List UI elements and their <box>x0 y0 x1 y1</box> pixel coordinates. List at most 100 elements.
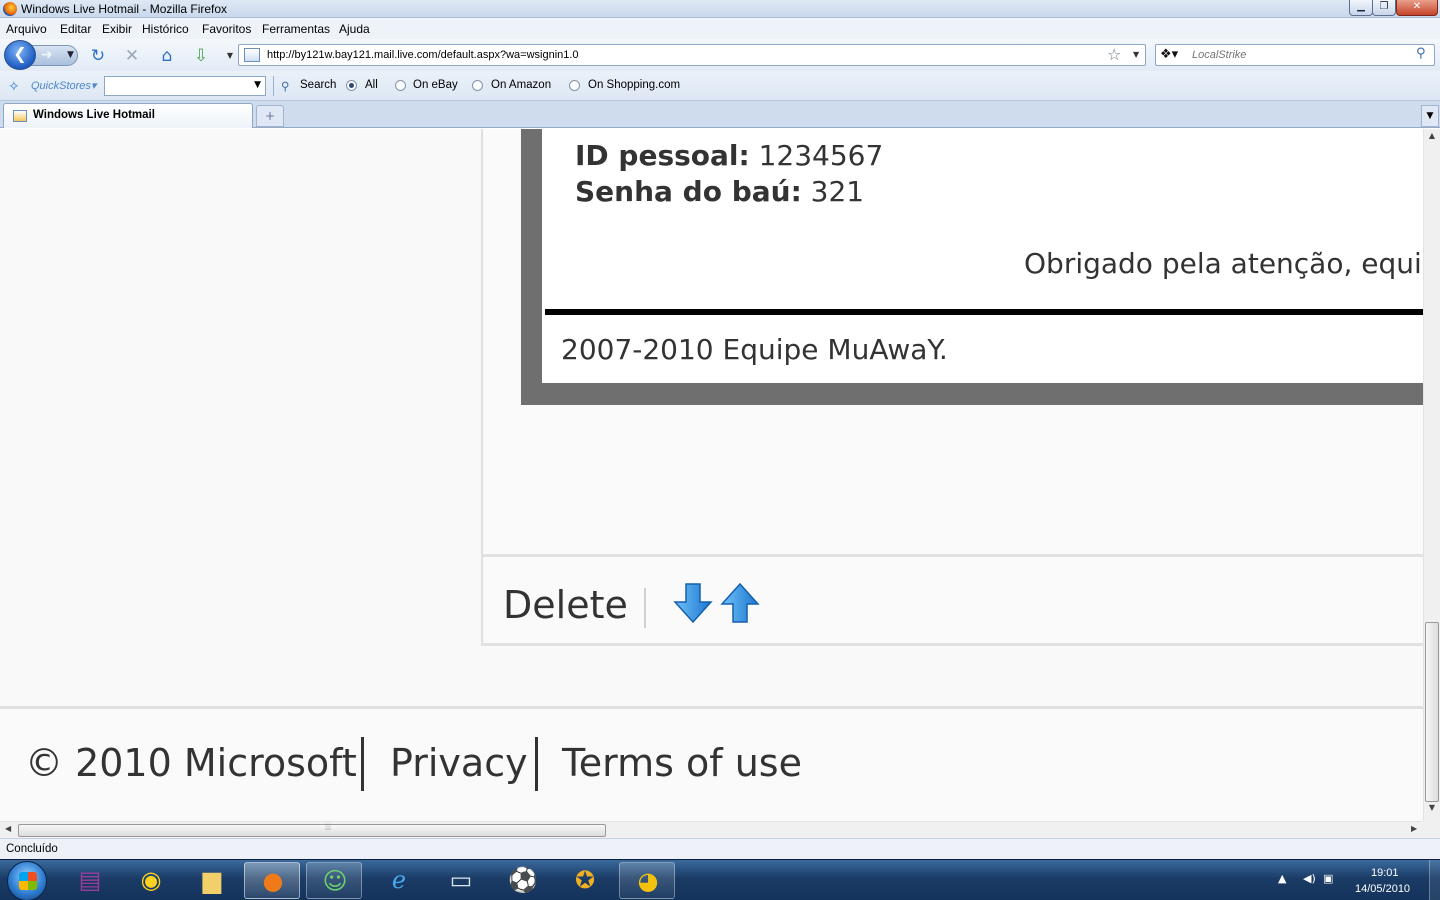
chest-password-label: Senha do baú: <box>575 175 802 208</box>
maximize-button[interactable]: ❐ <box>1372 0 1396 16</box>
status-bar: Concluído <box>0 838 1440 859</box>
search-icon[interactable]: ⚲ <box>1416 46 1426 61</box>
window-title: Windows Live Hotmail - Mozilla Firefox <box>21 2 228 16</box>
footer-divider <box>361 737 364 791</box>
quickstores-menu[interactable]: QuickStores▾ <box>31 79 96 92</box>
tab-list-button[interactable]: ▼ <box>1421 105 1439 127</box>
horizontal-scrollbar[interactable]: ◀ ⦙⦙⦙ ▶ <box>0 821 1423 838</box>
taskbar-explorer[interactable]: ▆ <box>184 862 240 899</box>
taskbar-soccer[interactable]: ⚽ <box>495 862 551 899</box>
back-arrow-icon: ❮ <box>13 44 27 63</box>
grip-icon: ⦙⦙⦙ <box>325 823 332 833</box>
network-icon[interactable]: ▣ <box>1323 872 1333 885</box>
download-icon[interactable]: ⇩ <box>191 47 211 65</box>
taskbar-firefox[interactable]: ● <box>244 862 300 899</box>
address-bar[interactable]: ☆ ▼ <box>238 44 1146 66</box>
horizontal-scroll-thumb[interactable]: ⦙⦙⦙ <box>18 823 606 837</box>
taskbar-winrar[interactable]: ▤ <box>62 862 118 899</box>
radio-amazon[interactable] <box>472 80 483 91</box>
radio-shopping[interactable] <box>569 80 580 91</box>
chevron-down-icon: ▼ <box>1426 111 1434 121</box>
taskbar-ie[interactable]: ℯ <box>371 862 427 899</box>
chest-password-value: 321 <box>801 175 865 208</box>
reload-icon[interactable]: ↻ <box>88 47 108 65</box>
winrar-icon: ▤ <box>78 866 102 894</box>
quickstores-search-button[interactable]: Search <box>300 79 336 91</box>
taskbar-media[interactable]: ◉ <box>123 862 179 899</box>
messenger-icon: ☺ <box>322 867 348 895</box>
scroll-up-icon[interactable]: ▲ <box>1424 131 1440 147</box>
terms-of-use-link[interactable]: Terms of use <box>562 741 802 785</box>
title-bar: Windows Live Hotmail - Mozilla Firefox ▁… <box>0 0 1440 18</box>
message-actions-bar: Delete <box>481 554 1423 646</box>
delete-button[interactable]: Delete <box>503 583 628 627</box>
email-frame: ID pessoal: 1234567 Senha do baú: 321 Ob… <box>521 129 1423 405</box>
menu-editar[interactable]: Editar <box>60 22 91 36</box>
email-divider <box>545 309 1423 315</box>
privacy-link[interactable]: Privacy <box>390 741 528 785</box>
new-tab-button[interactable]: + <box>256 105 284 127</box>
restore-icon: ❐ <box>1379 1 1389 12</box>
close-button[interactable]: ✕ <box>1396 0 1438 16</box>
scroll-left-icon[interactable]: ◀ <box>5 824 11 833</box>
quickstores-logo-icon: ✧ <box>8 79 20 95</box>
stop-icon[interactable]: ✕ <box>122 47 142 65</box>
firefox-icon: ● <box>262 867 284 895</box>
radio-ebay[interactable] <box>395 80 406 91</box>
search-bar[interactable]: ❖▾ ⚲ <box>1155 44 1435 66</box>
taskbar-game[interactable]: ✪ <box>557 862 613 899</box>
clock-date[interactable]: 14/05/2010 <box>1355 883 1410 895</box>
hotmail-favicon-icon <box>13 110 27 122</box>
next-message-arrow-down-icon[interactable] <box>673 582 713 624</box>
taskbar-chrome[interactable]: ◕ <box>619 862 675 899</box>
clock-time[interactable]: 19:01 <box>1371 867 1399 879</box>
previous-message-arrow-up-icon[interactable] <box>720 582 760 624</box>
home-icon[interactable]: ⌂ <box>157 47 177 65</box>
chrome-icon: ◕ <box>637 867 659 895</box>
scroll-right-icon[interactable]: ▶ <box>1411 824 1417 833</box>
forward-arrow-icon: ➜ <box>41 47 53 63</box>
start-button[interactable] <box>7 861 47 900</box>
url-dropdown-icon[interactable]: ▼ <box>1133 50 1139 59</box>
quickstores-search-select[interactable]: ▼ <box>104 76 266 96</box>
soccer-game-icon: ⚽ <box>508 866 538 894</box>
show-desktop-button[interactable] <box>1429 860 1440 900</box>
system-tray: ▲ ◀) ▣ 19:01 14/05/2010 <box>1270 862 1440 899</box>
menu-bar: Arquivo Editar Exibir Histórico Favorito… <box>0 18 1440 39</box>
tab-label: Windows Live Hotmail <box>33 109 155 121</box>
volume-icon[interactable]: ◀) <box>1303 872 1316 885</box>
show-hidden-icons[interactable]: ▲ <box>1278 872 1286 885</box>
footer-copyright: © 2010 Microsoft <box>25 741 357 785</box>
download-dropdown-icon[interactable]: ▼ <box>220 47 240 65</box>
footer-divider <box>535 737 538 791</box>
radio-all[interactable] <box>346 80 357 91</box>
scroll-down-icon[interactable]: ▼ <box>1424 803 1440 819</box>
search-engine-icon[interactable]: ❖▾ <box>1160 47 1178 62</box>
taskbar-messenger[interactable]: ☺ <box>306 862 362 899</box>
search-input[interactable] <box>1192 47 1412 63</box>
menu-arquivo[interactable]: Arquivo <box>6 22 47 36</box>
forward-button[interactable]: ➜ ▼ <box>30 45 78 66</box>
vertical-scroll-thumb[interactable] <box>1425 622 1439 802</box>
windows-logo-icon <box>19 872 37 890</box>
menu-exibir[interactable]: Exibir <box>102 22 132 36</box>
taskbar-monitor[interactable]: ▭ <box>433 862 489 899</box>
plus-icon: + <box>264 109 276 123</box>
minimize-icon: ▁ <box>1357 1 1365 12</box>
menu-ajuda[interactable]: Ajuda <box>339 22 370 36</box>
search-magnifier-icon[interactable]: ⚲ <box>281 79 289 93</box>
menu-historico[interactable]: Histórico <box>142 22 189 36</box>
email-copyright: 2007-2010 Equipe MuAwaY. <box>561 333 948 366</box>
url-input[interactable] <box>267 47 1087 63</box>
personal-id-label: ID pessoal: <box>575 139 750 172</box>
minimize-button[interactable]: ▁ <box>1349 0 1373 16</box>
thanks-text: Obrigado pela atenção, equipe <box>1024 247 1423 280</box>
history-dropdown-icon[interactable]: ▼ <box>67 50 74 60</box>
chest-password-line: Senha do baú: 321 <box>575 175 864 208</box>
bookmark-star-icon[interactable]: ☆ <box>1107 45 1121 64</box>
vertical-scrollbar[interactable]: ▲ ▼ <box>1423 129 1440 821</box>
menu-ferramentas[interactable]: Ferramentas <box>262 22 330 36</box>
tab-hotmail[interactable]: Windows Live Hotmail <box>3 103 253 128</box>
menu-favoritos[interactable]: Favoritos <box>202 22 251 36</box>
back-button[interactable]: ❮ <box>4 40 36 70</box>
